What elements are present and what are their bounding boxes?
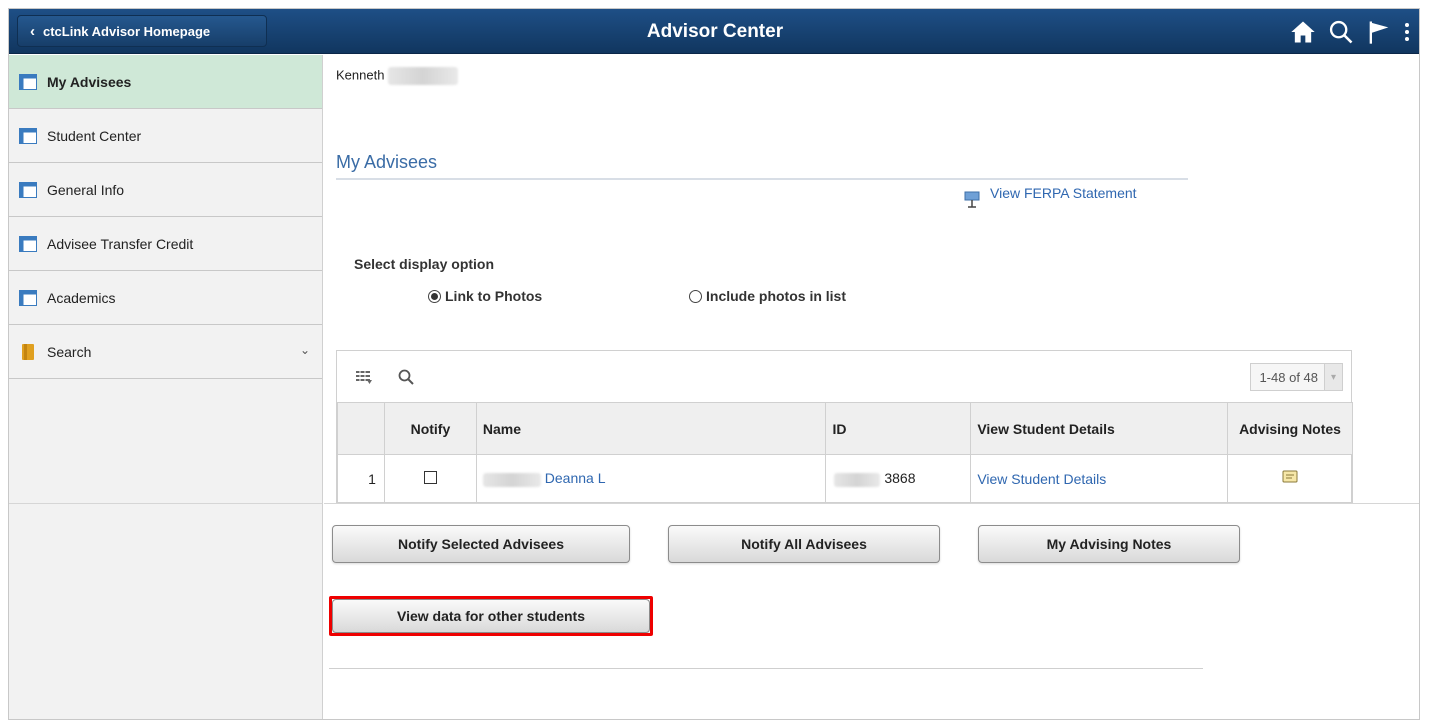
section-title: My Advisees <box>336 152 438 172</box>
column-header-id: ID <box>825 402 972 455</box>
column-header-notify: Notify <box>383 402 477 455</box>
sidebar-item-advisee-transfer-credit[interactable]: Advisee Transfer Credit <box>9 217 322 271</box>
view-data-other-students-button[interactable]: View data for other students <box>332 599 650 633</box>
sidebar-item-label: Search <box>47 343 92 360</box>
ferpa-statement-link[interactable]: View FERPA Statement <box>964 185 1137 209</box>
user-name: Kenneth <box>336 67 459 85</box>
column-header-row-number <box>337 402 385 455</box>
column-header-advising-notes: Advising Notes <box>1227 402 1353 455</box>
sidebar-item-label: Academics <box>47 289 116 306</box>
notes-cell <box>1227 454 1353 503</box>
radio-label: Include photos in list <box>706 288 846 304</box>
bottom-divider <box>329 668 1203 669</box>
presentation-icon <box>964 191 980 209</box>
section-divider <box>336 178 1188 180</box>
folder-icon <box>19 343 37 360</box>
student-id: 3868 <box>884 470 916 487</box>
header-banner: ‹ ctcLink Advisor Homepage Advisor Cente… <box>9 9 1419 54</box>
user-first-name: Kenneth <box>336 67 385 83</box>
page-icon <box>19 289 37 306</box>
table-header-row: Notify Name ID View Student Details Advi… <box>337 402 1353 455</box>
redacted-last-name <box>482 472 541 487</box>
grid-toolbar: 1-48 of 48 ▾ <box>337 351 1351 402</box>
app-frame: ‹ ctcLink Advisor Homepage Advisor Cente… <box>8 8 1420 720</box>
sidebar-item-label: General Info <box>47 181 125 198</box>
notify-selected-advisees-button[interactable]: Notify Selected Advisees <box>332 525 630 563</box>
flag-icon[interactable] <box>1365 18 1393 46</box>
chevron-down-icon: ▾ <box>1324 364 1342 390</box>
search-icon[interactable] <box>1327 18 1355 46</box>
advising-note-icon[interactable] <box>1282 470 1298 484</box>
my-advising-notes-button[interactable]: My Advising Notes <box>978 525 1240 563</box>
home-icon[interactable] <box>1289 18 1317 46</box>
redacted-last-name <box>388 67 459 85</box>
radio-selected-icon <box>428 289 441 303</box>
page-icon <box>19 73 37 90</box>
personalize-grid-icon[interactable] <box>355 368 373 386</box>
page-icon <box>19 127 37 144</box>
notify-all-advisees-button[interactable]: Notify All Advisees <box>668 525 940 563</box>
radio-label: Link to Photos <box>445 288 543 304</box>
grid-search-icon[interactable] <box>397 368 415 386</box>
sidebar-item-student-center[interactable]: Student Center <box>9 109 322 163</box>
table-row: 1 Deanna L 3868 View Student Details <box>337 454 1353 503</box>
sidebar-item-label: Advisee Transfer Credit <box>47 235 194 252</box>
id-cell: 3868 <box>825 454 972 503</box>
notify-cell <box>383 454 477 503</box>
sidebar-item-label: Student Center <box>47 127 142 144</box>
page-icon <box>19 235 37 252</box>
advisees-grid: 1-48 of 48 ▾ Notify Name ID View Student… <box>336 350 1353 505</box>
radio-include-photos[interactable]: Include photos in list <box>689 288 846 304</box>
row-number: 1 <box>337 454 385 503</box>
display-option-label: Select display option <box>354 256 495 272</box>
radio-link-to-photos[interactable]: Link to Photos <box>428 288 542 304</box>
column-header-name: Name <box>475 402 827 455</box>
view-student-details-link[interactable]: View Student Details <box>977 471 1106 487</box>
radio-unselected-icon <box>689 289 702 303</box>
sidebar-item-academics[interactable]: Academics <box>9 271 322 325</box>
page-title: Advisor Center <box>646 21 784 42</box>
sidebar-item-search[interactable]: Search ⌄ <box>9 325 322 379</box>
sidebar-item-label: My Advisees <box>47 73 132 90</box>
student-name-link[interactable]: Deanna L <box>545 470 606 486</box>
advisees-table: Notify Name ID View Student Details Advi… <box>337 402 1353 503</box>
sidebar-item-general-info[interactable]: General Info <box>9 163 322 217</box>
details-cell: View Student Details <box>970 454 1229 503</box>
page-icon <box>19 181 37 198</box>
chevron-down-icon[interactable]: ⌄ <box>300 343 310 357</box>
name-cell: Deanna L <box>475 454 827 503</box>
redacted-id-prefix <box>834 472 881 487</box>
sidebar-lower-panel <box>9 503 323 719</box>
pager-label: 1-48 of 48 <box>1259 369 1318 385</box>
ferpa-link-label: View FERPA Statement <box>990 185 1137 201</box>
more-vertical-icon[interactable] <box>1401 18 1417 46</box>
column-header-view-student-details: View Student Details <box>970 402 1229 455</box>
pager-dropdown[interactable]: 1-48 of 48 ▾ <box>1250 363 1343 391</box>
notify-checkbox[interactable] <box>423 470 437 484</box>
sidebar-item-my-advisees[interactable]: My Advisees <box>9 55 322 109</box>
sidebar-nav: My Advisees Student Center General Info … <box>9 55 323 503</box>
